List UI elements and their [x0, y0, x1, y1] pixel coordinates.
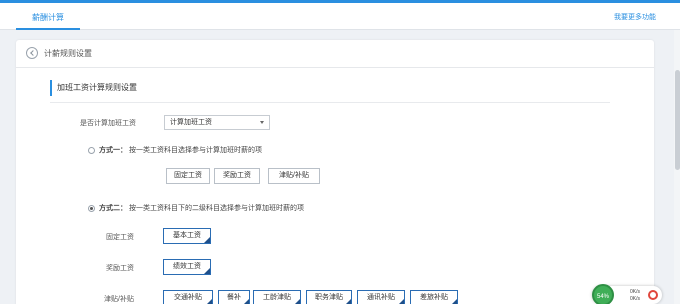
tag-travel[interactable]: 差旅补贴 [410, 290, 458, 304]
calc-overtime-select[interactable]: 计算加班工资 [164, 115, 270, 130]
tag-position[interactable]: 职务津贴 [306, 290, 352, 304]
group-bonus-label: 奖励工资 [106, 265, 134, 272]
method1-tag-allowance[interactable]: 津贴/补贴 [268, 168, 320, 184]
back-icon[interactable] [26, 47, 38, 59]
page-title: 计薪规则设置 [44, 49, 92, 58]
calc-overtime-label: 是否计算加班工资 [80, 120, 136, 127]
chevron-down-icon [260, 121, 264, 124]
nav-bar: 薪酬计算 我要更多功能 [0, 3, 680, 30]
method1-title: 方式一： [99, 147, 127, 154]
calc-overtime-value: 计算加班工资 [170, 119, 212, 126]
method1-tag-bonus[interactable]: 奖励工资 [214, 168, 260, 184]
method1-option[interactable]: 方式一： 按一类工资科目选择参与计算加班时薪的项 [88, 145, 262, 155]
tag-meal[interactable]: 餐补 [218, 290, 250, 304]
tag-communication[interactable]: 通讯补贴 [357, 290, 405, 304]
tab-salary-calc[interactable]: 薪酬计算 [16, 9, 80, 30]
method2-desc: 按一类工资科目下的二级科目选择参与计算加班时薪的项 [129, 205, 304, 212]
method1-desc: 按一类工资科目选择参与计算加班时薪的项 [129, 147, 262, 154]
usage-gauge: 54% [592, 284, 614, 304]
accelerator-icon[interactable] [648, 290, 658, 300]
scrollbar[interactable] [674, 30, 680, 304]
section-divider [50, 102, 610, 103]
section-title: 加班工资计算规则设置 [50, 80, 137, 96]
tag-performance[interactable]: 绩效工资 [163, 259, 211, 275]
method1-radio[interactable] [88, 146, 95, 154]
scrollbar-thumb[interactable] [675, 70, 680, 170]
download-speed: 0K/s [630, 296, 641, 302]
group-fixed-label: 固定工资 [106, 234, 134, 241]
group-allowance-label: 津贴/补贴 [104, 296, 134, 303]
card-header: 计薪规则设置 [16, 40, 654, 68]
more-features-link[interactable]: 我要更多功能 [614, 12, 656, 22]
tag-basic-salary[interactable]: 基本工资 [163, 228, 211, 244]
tag-transport[interactable]: 交通补贴 [163, 290, 213, 304]
tag-seniority[interactable]: 工龄津贴 [253, 290, 301, 304]
upload-speed: 0K/s [630, 289, 641, 295]
method2-option[interactable]: 方式二： 按一类工资科目下的二级科目选择参与计算加班时薪的项 [88, 203, 304, 213]
method2-title: 方式二： [99, 205, 127, 212]
method2-radio[interactable] [88, 204, 95, 212]
network-speed-widget[interactable]: 54% 0K/s 0K/s [592, 284, 662, 304]
method1-tag-fixed[interactable]: 固定工资 [166, 168, 210, 184]
